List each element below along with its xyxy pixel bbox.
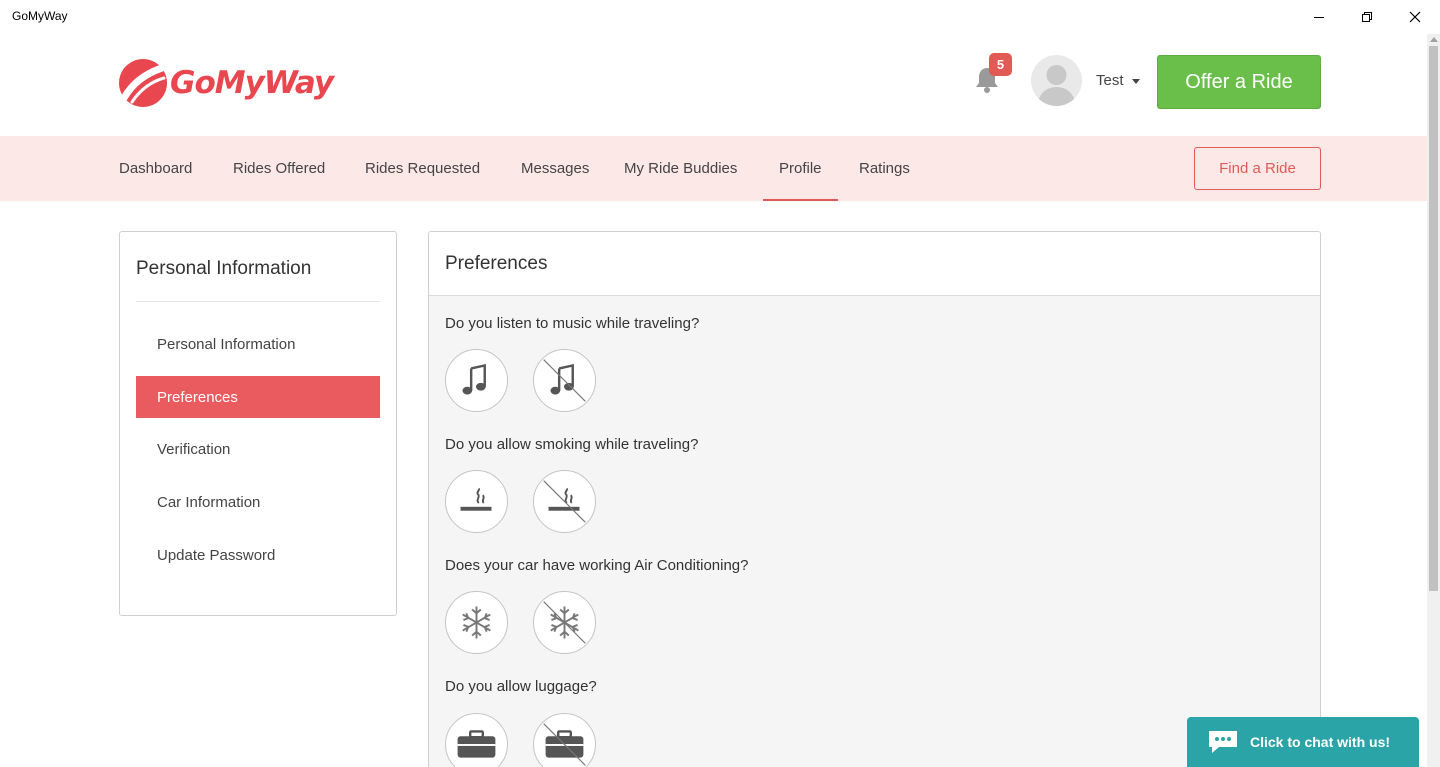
restore-icon — [1362, 12, 1372, 22]
window-titlebar: GoMyWay — [0, 0, 1440, 34]
close-button[interactable] — [1392, 0, 1438, 34]
no-smoking-icon — [543, 480, 586, 523]
nav-my-ride-buddies[interactable]: My Ride Buddies — [624, 136, 737, 201]
minimize-button[interactable] — [1296, 0, 1342, 34]
sidebar-item-preferences[interactable]: Preferences — [136, 376, 380, 418]
find-ride-button[interactable]: Find a Ride — [1194, 147, 1321, 190]
minimize-icon — [1314, 17, 1324, 18]
notification-badge: 5 — [989, 53, 1012, 76]
nav-messages[interactable]: Messages — [521, 136, 589, 201]
luggage-no-button[interactable] — [533, 713, 596, 767]
logo-road-icon — [119, 59, 167, 107]
nav-rides-offered[interactable]: Rides Offered — [233, 136, 325, 201]
music-icon — [462, 363, 486, 395]
luggage-icon — [457, 730, 496, 758]
luggage-yes-button[interactable] — [445, 713, 508, 767]
logo-text: GoMyWay — [170, 65, 334, 101]
music-yes-button[interactable] — [445, 349, 508, 412]
scroll-up-arrow-icon[interactable] — [1430, 37, 1438, 42]
user-menu-name[interactable]: Test — [1096, 72, 1124, 89]
no-luggage-icon — [543, 723, 586, 766]
smoking-yes-button[interactable] — [445, 470, 508, 533]
avatar[interactable] — [1031, 55, 1082, 106]
caret-down-icon[interactable] — [1132, 79, 1140, 84]
scrollbar-thumb[interactable] — [1429, 46, 1438, 591]
sidebar-item-personal-information[interactable]: Personal Information — [136, 323, 380, 365]
gomyway-logo[interactable]: GoMyWay — [118, 57, 334, 109]
smoking-icon — [460, 487, 492, 511]
question-air-conditioning: Does your car have working Air Condition… — [445, 557, 749, 574]
preferences-panel: Preferences Do you listen to music while… — [428, 231, 1321, 767]
sidebar-item-verification[interactable]: Verification — [136, 428, 380, 470]
nav-profile[interactable]: Profile — [763, 136, 837, 201]
no-music-icon — [543, 359, 586, 402]
sidebar-divider — [136, 301, 380, 302]
music-no-button[interactable] — [533, 349, 596, 412]
nav-dashboard[interactable]: Dashboard — [119, 136, 192, 201]
panel-header: Preferences — [429, 232, 1320, 296]
sidebar-item-car-information[interactable]: Car Information — [136, 481, 380, 523]
smoking-no-button[interactable] — [533, 470, 596, 533]
vertical-scrollbar[interactable] — [1427, 34, 1440, 767]
offer-ride-button[interactable]: Offer a Ride — [1157, 55, 1321, 109]
nav-rides-requested[interactable]: Rides Requested — [365, 136, 480, 201]
chat-widget-button[interactable]: Click to chat with us! — [1187, 717, 1419, 767]
question-luggage: Do you allow luggage? — [445, 678, 597, 695]
sidebar-title: Personal Information — [136, 258, 312, 279]
profile-sidebar: Personal Information Personal Informatio… — [119, 231, 397, 616]
question-music: Do you listen to music while traveling? — [445, 315, 700, 332]
chat-bubble-icon — [1209, 731, 1237, 753]
user-silhouette-icon — [1037, 65, 1076, 106]
question-smoking: Do you allow smoking while traveling? — [445, 436, 699, 453]
ac-yes-button[interactable] — [445, 591, 508, 654]
restore-button[interactable] — [1344, 0, 1390, 34]
window-title: GoMyWay — [12, 9, 68, 23]
panel-title: Preferences — [445, 253, 548, 274]
close-icon — [1409, 11, 1421, 23]
sidebar-item-update-password[interactable]: Update Password — [136, 534, 380, 576]
snowflake-icon — [462, 606, 491, 639]
nav-ratings[interactable]: Ratings — [859, 136, 910, 201]
chat-label: Click to chat with us! — [1250, 734, 1391, 750]
ac-no-button[interactable] — [533, 591, 596, 654]
no-snowflake-icon — [543, 601, 586, 644]
